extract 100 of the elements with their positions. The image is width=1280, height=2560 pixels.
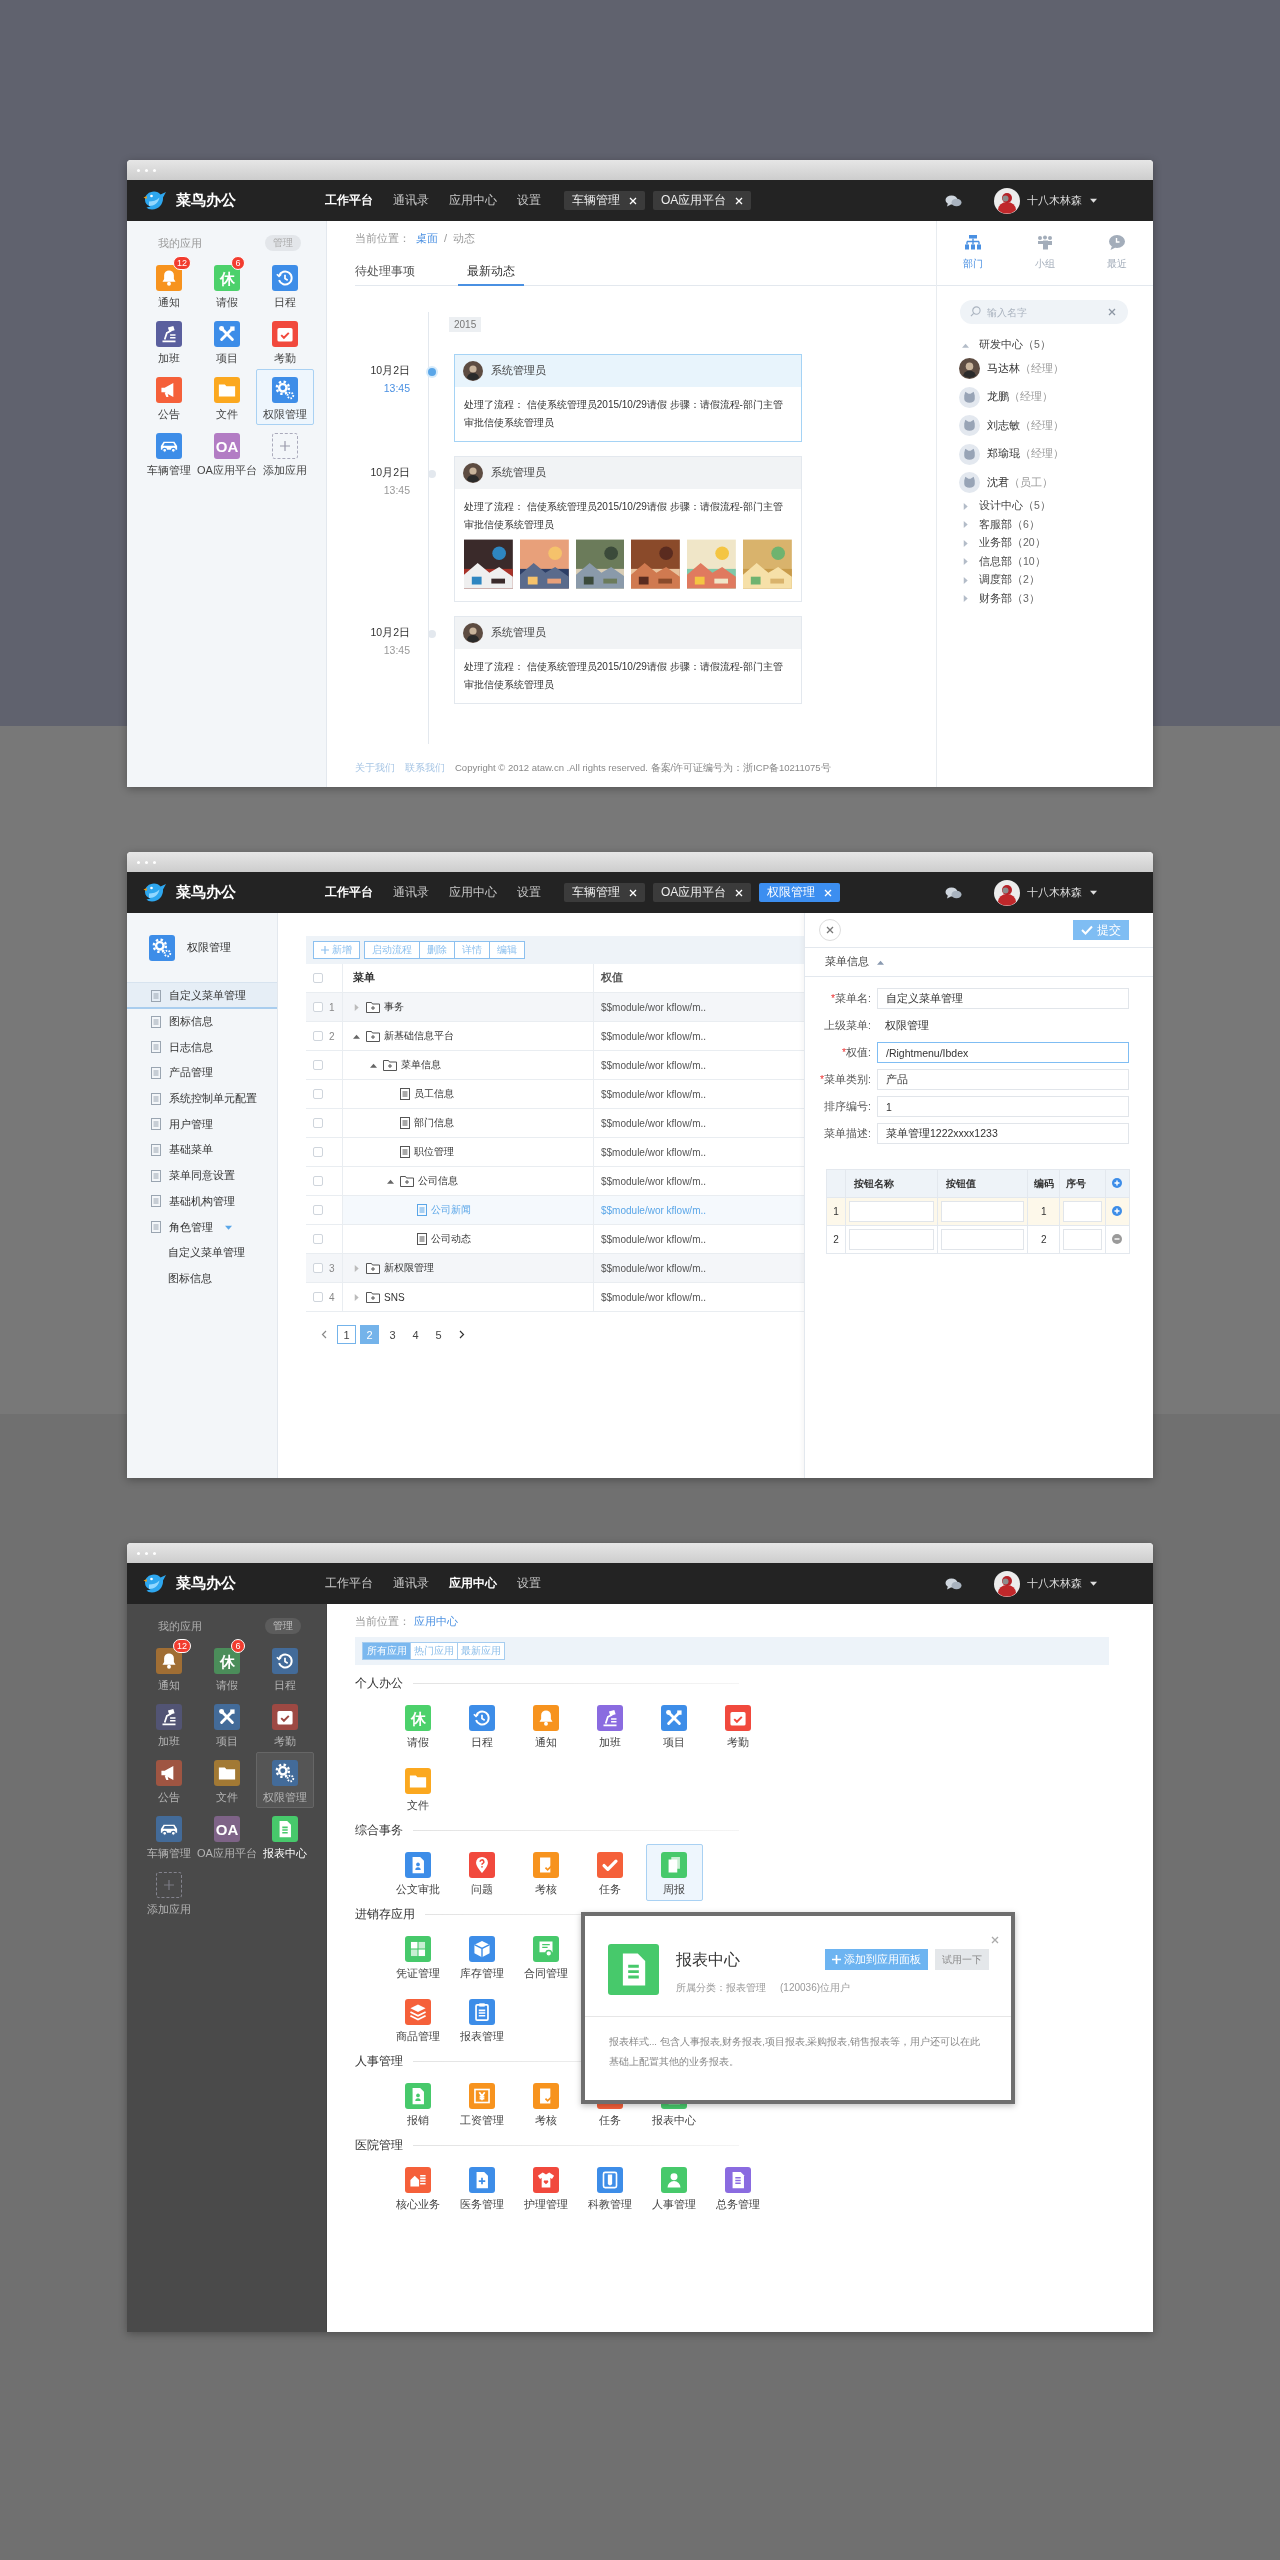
- checkbox[interactable]: [313, 1176, 323, 1186]
- checkbox[interactable]: [313, 1205, 323, 1215]
- page-button[interactable]: 1: [337, 1325, 356, 1344]
- panel-tab[interactable]: 部门: [937, 221, 1009, 285]
- app-button[interactable]: 权限管理: [256, 1752, 314, 1808]
- app-button[interactable]: 公告: [140, 1752, 198, 1808]
- input-field[interactable]: 菜单管理1222xxxx1233: [877, 1123, 1129, 1144]
- app-button[interactable]: 总务管理: [709, 2159, 767, 2216]
- nav-link[interactable]: 应用中心: [448, 881, 498, 904]
- app-button[interactable]: 工资管理: [453, 2075, 511, 2132]
- menu-item[interactable]: 图标信息: [127, 1008, 277, 1035]
- nav-link[interactable]: 设置: [516, 1572, 542, 1595]
- app-button[interactable]: 文件: [389, 1760, 447, 1817]
- app-button[interactable]: 凭证管理: [389, 1928, 447, 1985]
- clear-icon[interactable]: [1108, 308, 1116, 316]
- app-button[interactable]: 添加应用: [140, 1864, 198, 1920]
- input-field[interactable]: [940, 1229, 1025, 1250]
- input-field[interactable]: [848, 1201, 934, 1222]
- checkbox[interactable]: [313, 973, 323, 983]
- input-field[interactable]: [1063, 1201, 1102, 1222]
- open-tab[interactable]: 车辆管理: [564, 191, 645, 210]
- app-button[interactable]: 项目: [645, 1697, 703, 1754]
- remove-row-icon[interactable]: [1112, 1233, 1123, 1244]
- checkbox[interactable]: [313, 1234, 323, 1244]
- nav-link[interactable]: 通讯录: [392, 189, 430, 212]
- user-menu[interactable]: 十八木林森: [1027, 885, 1097, 900]
- department-item[interactable]: 业务部（20）: [959, 534, 1153, 553]
- contact-item[interactable]: 马达林（经理）: [959, 354, 1153, 383]
- department-item[interactable]: 客服部（6）: [959, 515, 1153, 534]
- menu-item[interactable]: 日志信息: [127, 1034, 277, 1061]
- app-button[interactable]: 车辆管理: [140, 1808, 198, 1864]
- checkbox[interactable]: [313, 1002, 323, 1012]
- submenu-item[interactable]: 图标信息: [127, 1265, 277, 1292]
- menu-item[interactable]: 基础菜单: [127, 1137, 277, 1163]
- open-tab[interactable]: OA应用平台: [653, 883, 752, 902]
- app-button[interactable]: 报表管理: [453, 1991, 511, 2048]
- app-button[interactable]: 项目: [198, 1696, 256, 1752]
- app-button[interactable]: OA OA应用平台: [198, 1808, 256, 1864]
- app-button[interactable]: 公文审批: [389, 1844, 447, 1901]
- app-button[interactable]: 问题: [453, 1844, 511, 1901]
- app-button[interactable]: 考核: [517, 1844, 575, 1901]
- contact-item[interactable]: 刘志敏（经理）: [959, 411, 1153, 440]
- app-button[interactable]: 任务: [581, 1844, 639, 1901]
- input-field[interactable]: [1063, 1229, 1102, 1250]
- app-button[interactable]: 通知: [517, 1697, 575, 1754]
- app-button[interactable]: 日程: [256, 1640, 314, 1696]
- app-button[interactable]: 周报: [645, 1844, 703, 1901]
- checkbox[interactable]: [313, 1089, 323, 1099]
- checkbox[interactable]: [313, 1031, 323, 1041]
- nav-link[interactable]: 工作平台: [324, 189, 374, 212]
- add-row-icon[interactable]: [1112, 1205, 1123, 1216]
- menu-item[interactable]: 基础机构管理: [127, 1188, 277, 1215]
- menu-item[interactable]: 菜单同意设置: [127, 1162, 277, 1189]
- app-button[interactable]: 考核: [517, 2075, 575, 2132]
- user-menu[interactable]: 十八木林森: [1027, 1576, 1097, 1591]
- app-button[interactable]: 报销: [389, 2075, 447, 2132]
- checkbox[interactable]: [313, 1292, 323, 1302]
- input-field[interactable]: 自定义菜单管理: [877, 988, 1129, 1009]
- department-item[interactable]: 设计中心（5）: [959, 497, 1153, 516]
- chat-icon[interactable]: [945, 885, 962, 900]
- user-menu[interactable]: 十八木林森: [1027, 193, 1097, 208]
- breadcrumb-link[interactable]: 应用中心: [414, 1615, 458, 1628]
- app-button[interactable]: 合同管理: [517, 1928, 575, 1985]
- app-button[interactable]: 添加应用: [256, 425, 314, 481]
- checkbox[interactable]: [313, 1263, 323, 1273]
- search-field[interactable]: 输入名字: [960, 300, 1128, 324]
- app-button[interactable]: 人事管理: [645, 2159, 703, 2216]
- menu-item[interactable]: 用户管理: [127, 1111, 277, 1138]
- input-field[interactable]: 1: [877, 1096, 1129, 1117]
- menu-item[interactable]: 产品管理: [127, 1060, 277, 1086]
- open-tab[interactable]: 车辆管理: [564, 883, 645, 902]
- app-button[interactable]: 报表中心: [256, 1808, 314, 1864]
- checkbox[interactable]: [313, 1118, 323, 1128]
- app-button[interactable]: 日程: [256, 257, 314, 313]
- nav-link[interactable]: 设置: [516, 881, 542, 904]
- app-button[interactable]: 核心业务: [389, 2159, 447, 2216]
- table-row[interactable]: 1 事务 $$module/wor kflow/m..: [306, 993, 804, 1022]
- menu-item[interactable]: 系统控制单元配置: [127, 1085, 277, 1112]
- app-button[interactable]: 休 请假: [389, 1697, 447, 1754]
- contact-item[interactable]: 龙鹏（经理）: [959, 383, 1153, 412]
- app-button[interactable]: 车辆管理: [140, 425, 198, 481]
- app-button[interactable]: 项目: [198, 313, 256, 369]
- nav-link[interactable]: 工作平台: [324, 1572, 374, 1595]
- department-item[interactable]: 研发中心（5）: [959, 336, 1153, 355]
- app-button[interactable]: 文件: [198, 1752, 256, 1808]
- input-field[interactable]: 产品: [877, 1069, 1129, 1090]
- input-field[interactable]: [848, 1229, 934, 1250]
- department-item[interactable]: 信息部（10）: [959, 552, 1153, 571]
- app-button[interactable]: 加班: [581, 1697, 639, 1754]
- department-item[interactable]: 调度部（2）: [959, 571, 1153, 590]
- manage-button[interactable]: 管理: [265, 1618, 301, 1634]
- page-button[interactable]: 3: [383, 1325, 402, 1344]
- add-row-icon[interactable]: [1112, 1177, 1123, 1188]
- app-button[interactable]: 权限管理: [256, 369, 314, 425]
- nav-link[interactable]: 设置: [516, 189, 542, 212]
- app-button[interactable]: 商品管理: [389, 1991, 447, 2048]
- nav-link[interactable]: 工作平台: [324, 881, 374, 904]
- section-header[interactable]: 菜单信息: [825, 955, 884, 969]
- table-row[interactable]: 3 新权限管理 $$module/wor kflow/m..: [306, 1254, 804, 1283]
- app-button[interactable]: 考勤: [256, 313, 314, 369]
